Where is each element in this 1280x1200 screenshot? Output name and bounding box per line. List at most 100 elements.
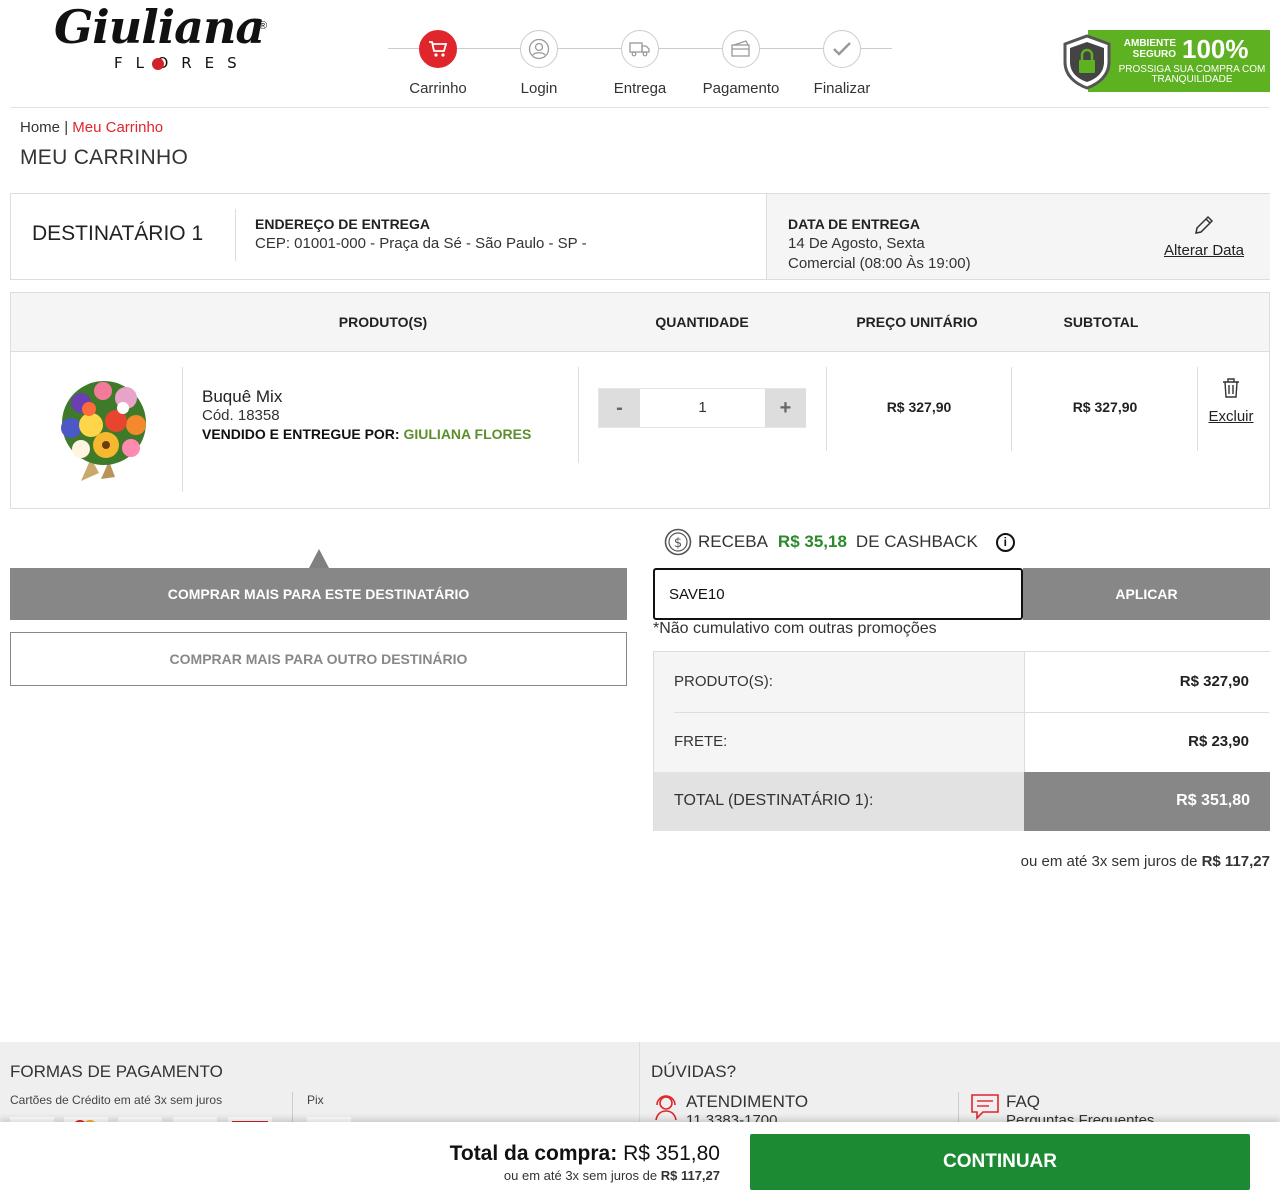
step-payment[interactable]: Pagamento [691, 30, 791, 97]
quantity-decrease-button[interactable]: - [599, 389, 640, 427]
summary-separator [674, 712, 1269, 713]
header-quantity: QUANTIDADE [655, 314, 749, 330]
step-finish[interactable]: Finalizar [792, 30, 892, 97]
step-label: Finalizar [813, 80, 871, 97]
buy-more-other-recipient-button[interactable]: COMPRAR MAIS PARA OUTRO DESTINÁRIO [10, 632, 627, 686]
payment-methods-title: FORMAS DE PAGAMENTO [10, 1062, 223, 1081]
step-cart[interactable]: Carrinho [388, 30, 488, 97]
info-icon[interactable]: i [995, 532, 1015, 552]
help-divider [958, 1092, 959, 1126]
cashback-amount: R$ 35,18 [777, 532, 847, 551]
change-date-label: Alterar Data [1163, 242, 1245, 259]
delivery-date-panel: DATA DE ENTREGA 14 De Agosto, Sexta Come… [766, 194, 1270, 279]
headset-icon [655, 1095, 677, 1121]
header-divider [10, 107, 1270, 108]
breadcrumb-home[interactable]: Home [20, 119, 60, 136]
help-title: DÚVIDAS? [651, 1062, 737, 1081]
delivery-period: Comercial (08:00 Às 19:00) [788, 255, 971, 272]
breadcrumb-separator: | [64, 119, 69, 136]
quantity-value[interactable]: 1 [640, 389, 765, 427]
bottom-installments-value: R$ 117,27 [660, 1168, 720, 1183]
recipient-box: DESTINATÁRIO 1 ENDEREÇO DE ENTREGA CEP: … [10, 193, 1270, 280]
cart-icon [419, 30, 457, 68]
installments-value: R$ 117,27 [1201, 853, 1270, 870]
summary-products-value: R$ 327,90 [1179, 673, 1249, 690]
summary-shipping-label: FRETE: [674, 733, 728, 750]
bottom-total-value: R$ 351,80 [623, 1142, 720, 1165]
product-table-header: PRODUTO(S) QUANTIDADE PREÇO UNITÁRIO SUB… [10, 292, 1270, 352]
row-divider [1011, 367, 1012, 451]
header-subtotal: SUBTOTAL [1063, 314, 1139, 330]
secure-badge-background: AMBIENTE SEGURO 100% PROSSIGA SUA COMPRA… [1088, 30, 1270, 92]
recipient-divider [235, 209, 236, 261]
header-unit-price: PREÇO UNITÁRIO [856, 314, 978, 330]
secure-badge-percent: 100% [1182, 34, 1249, 64]
quantity-increase-button[interactable]: + [765, 389, 806, 427]
step-label: Carrinho [409, 80, 467, 97]
product-name[interactable]: Buquê Mix [202, 387, 282, 407]
summary-products-label: PRODUTO(S): [674, 673, 773, 690]
buy-more-same-recipient-button[interactable]: COMPRAR MAIS PARA ESTE DESTINATÁRIO [10, 568, 627, 620]
recipient-name: DESTINATÁRIO 1 [32, 222, 204, 245]
svg-text:$: $ [674, 536, 682, 551]
logo-script: Giuliana [54, 0, 265, 54]
step-login[interactable]: Login [489, 30, 589, 97]
support-title: ATENDIMENTO [686, 1092, 809, 1111]
row-divider [578, 367, 579, 463]
checkout-steps: Carrinho Login Entrega Pagamento Finaliz… [388, 30, 892, 100]
unit-price: R$ 327,90 [886, 399, 952, 415]
seller-name: GIULIANA FLORES [403, 426, 532, 442]
product-seller: VENDIDO E ENTREGUE POR: GIULIANA FLORES [202, 426, 531, 442]
page-title: MEU CARRINHO [20, 146, 189, 169]
summary-total-value: R$ 351,80 [1176, 792, 1250, 809]
apply-coupon-button[interactable]: APLICAR [1023, 568, 1270, 620]
pointer-arrow [309, 549, 329, 568]
change-date-button[interactable]: Alterar Data [1161, 213, 1247, 259]
breadcrumb-current: Meu Carrinho [72, 119, 164, 136]
bouquet-image[interactable] [51, 373, 157, 483]
header: Giuliana ® FLORES Carrinho Login Entrega [0, 0, 1280, 108]
bottom-installments-text: ou em até 3x sem juros de [503, 1168, 658, 1183]
logo-reg-mark: ® [259, 20, 268, 32]
delete-item-button[interactable]: Excluir [1201, 377, 1261, 425]
pencil-icon [1195, 215, 1214, 234]
header-product: PRODUTO(S) [338, 314, 428, 330]
address-header: ENDEREÇO DE ENTREGA [255, 216, 431, 232]
summary-total-value-box: R$ 351,80 [1024, 772, 1270, 831]
step-label: Pagamento [702, 80, 780, 97]
payment-divider [292, 1092, 293, 1126]
sticky-checkout-bar: Total da compra: R$ 351,80 ou em até 3x … [0, 1122, 1280, 1200]
installments-text: ou em até 3x sem juros de [1020, 853, 1198, 870]
summary-total-row: TOTAL (DESTINATÁRIO 1): R$ 351,80 [654, 772, 1270, 831]
step-delivery[interactable]: Entrega [590, 30, 690, 97]
delivery-date: 14 De Agosto, Sexta [788, 235, 925, 252]
row-divider [826, 367, 827, 451]
seller-label: VENDIDO E ENTREGUE POR: [202, 426, 400, 442]
delete-label: Excluir [1208, 408, 1254, 425]
credit-card-icon [722, 30, 760, 68]
step-label: Login [520, 80, 558, 97]
coupon-input[interactable] [653, 568, 1023, 620]
check-icon [823, 30, 861, 68]
trash-icon [1223, 378, 1239, 398]
giuliana-flores-logo[interactable]: Giuliana ® FLORES [54, 0, 274, 80]
coupon-note: *Não cumulativo com outras promoções [653, 620, 937, 637]
cashback-info: $ RECEBA R$ 35,18 DE CASHBACK i [664, 528, 1015, 556]
bottom-installments: ou em até 3x sem juros de R$ 117,27 [504, 1168, 720, 1183]
faq-title[interactable]: FAQ [1006, 1092, 1040, 1112]
summary-total-label: TOTAL (DESTINATÁRIO 1): [674, 792, 874, 809]
secure-badge-line2: PROSSIGA SUA COMPRA COM TRANQUILIDADE [1118, 64, 1266, 85]
coin-icon: $ [664, 528, 692, 556]
order-summary: PRODUTO(S): R$ 327,90 FRETE: R$ 23,90 TO… [653, 651, 1270, 831]
row-divider [1197, 367, 1198, 451]
product-code: Cód. 18358 [202, 407, 280, 424]
breadcrumb: Home | Meu Carrinho [20, 119, 163, 136]
secure-environment-badge: AMBIENTE SEGURO 100% PROSSIGA SUA COMPRA… [1062, 30, 1270, 92]
info-icon-glyph: i [1003, 535, 1007, 549]
summary-shipping-value: R$ 23,90 [1188, 733, 1249, 750]
delivery-address: CEP: 01001-000 - Praça da Sé - São Paulo… [255, 235, 587, 252]
continue-button[interactable]: CONTINUAR [750, 1134, 1250, 1190]
table-row: Buquê Mix Cód. 18358 VENDIDO E ENTREGUE … [10, 351, 1270, 509]
bottom-total-label: Total da compra: [449, 1142, 618, 1165]
step-label: Entrega [613, 80, 667, 97]
